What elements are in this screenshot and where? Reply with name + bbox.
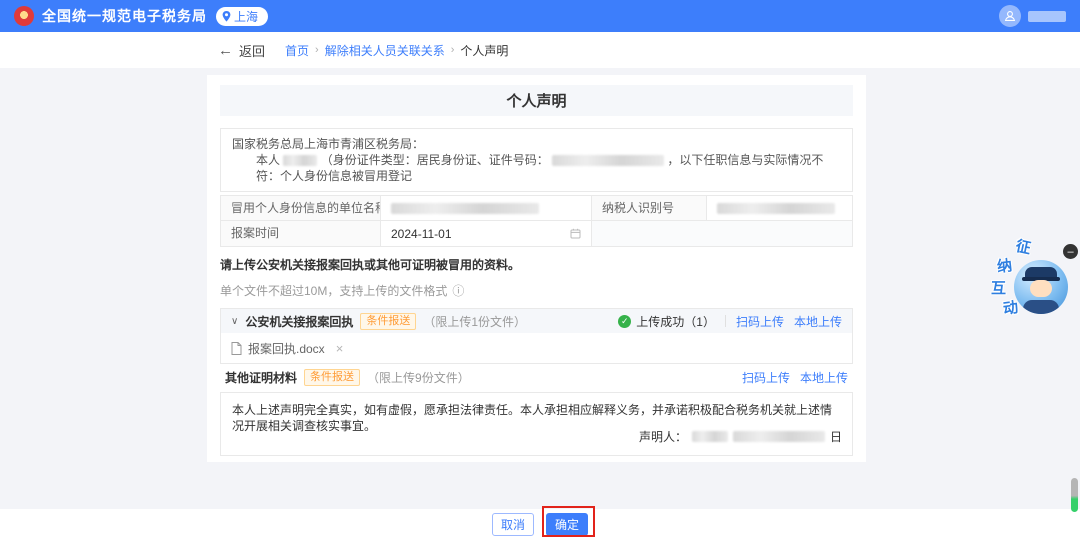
scan-upload-link[interactable]: 扫码上传	[742, 369, 790, 386]
declarant-label: 声明人：	[638, 430, 687, 444]
conditional-submit-badge: 条件报送	[360, 312, 417, 330]
scan-upload-link[interactable]: 扫码上传	[736, 313, 784, 330]
conditional-submit-badge: 条件报送	[304, 368, 361, 386]
report-time-label: 报案时间	[221, 221, 381, 246]
calendar-icon	[570, 228, 581, 239]
uploaded-file-item: 报案回执.docx ×	[221, 333, 852, 363]
breadcrumb: 首页 › 解除相关人员关联关系 › 个人声明	[285, 42, 508, 59]
divider	[724, 315, 726, 327]
breadcrumb-current: 个人声明	[460, 43, 509, 58]
case-info-table: 冒用个人身份信息的单位名称 纳税人识别号 报案时间 2024-11-01	[220, 195, 853, 247]
declaration-box: 本人上述声明完全真实，如有虚假，愿承担法律责任。本人承担相应解释义务，并承诺积极…	[220, 392, 853, 456]
statement-intro-box: 国家税务总局上海市青浦区税务局： 本人 （身份证件类型：居民身份证、证件号码： …	[220, 128, 853, 192]
action-footer: 取消 确定	[0, 509, 1080, 539]
id-number-redacted	[552, 155, 665, 166]
breadcrumb-bar: ← 返回 首页 › 解除相关人员关联关系 › 个人声明	[0, 32, 1080, 68]
scroll-indicator[interactable]	[1071, 478, 1078, 512]
location-label: 上海	[234, 9, 259, 24]
upload-status-text: 上传成功（1）	[636, 314, 715, 329]
app-header: ★ 全国统一规范电子税务局 上海	[0, 0, 1080, 32]
user-avatar[interactable]	[999, 5, 1021, 27]
declarant-name-redacted	[691, 431, 728, 442]
widget-minimize-button[interactable]: –	[1063, 244, 1078, 259]
back-arrow-icon: ←	[218, 41, 233, 59]
cancel-button[interactable]: 取消	[491, 512, 534, 536]
declarant-line: 声明人： 日	[639, 428, 842, 445]
salutation: 国家税务总局上海市青浦区税务局：	[232, 137, 425, 151]
local-upload-link[interactable]: 本地上传	[800, 369, 848, 386]
star-icon: ★	[19, 10, 29, 21]
section-title: 公安机关接报案回执	[245, 314, 354, 329]
upload-status: ✓ 上传成功（1）	[618, 313, 715, 330]
upload-section-police-receipt: ∨ 公安机关接报案回执 条件报送 （限上传1份文件） ✓ 上传成功（1） 扫码上…	[220, 308, 853, 364]
widget-char: 纳	[996, 257, 1013, 276]
back-button[interactable]: ← 返回	[218, 41, 265, 60]
breadcrumb-separator: ›	[450, 44, 455, 56]
upload-section-other-proof: 其他证明材料 条件报送 （限上传9份文件） 扫码上传 本地上传	[220, 366, 853, 388]
location-switcher[interactable]: 上海	[216, 6, 269, 26]
person-icon	[1004, 11, 1016, 21]
declarant-date-suffix: 日	[829, 430, 842, 444]
breadcrumb-home[interactable]: 首页	[285, 42, 309, 59]
table-empty-cell	[592, 221, 852, 246]
file-limit-note: （限上传9份文件）	[367, 370, 470, 385]
declarant-name-redacted	[283, 155, 318, 166]
chevron-down-icon[interactable]: ∨	[231, 316, 238, 327]
tax-interaction-widget[interactable]: 征 纳 互 动	[988, 236, 1072, 318]
widget-char: 动	[1002, 299, 1020, 318]
location-pin-icon	[222, 10, 231, 22]
back-label: 返回	[239, 43, 266, 59]
file-icon	[231, 341, 242, 355]
breadcrumb-separator: ›	[315, 44, 319, 56]
statement-mid: （身份证件类型：居民身份证、证件号码：	[320, 153, 549, 167]
declaration-form-card: 个人声明 国家税务总局上海市青浦区税务局： 本人 （身份证件类型：居民身份证、证…	[207, 75, 866, 462]
file-limit-note: （限上传1份文件）	[423, 314, 527, 329]
uploaded-file-name[interactable]: 报案回执.docx	[248, 340, 325, 357]
minus-icon: –	[1067, 245, 1074, 258]
misuse-unit-label: 冒用个人身份信息的单位名称	[221, 196, 381, 221]
header-user-area[interactable]	[999, 5, 1066, 27]
app-title: 全国统一规范电子税务局	[42, 8, 207, 24]
section-title: 其他证明材料	[225, 370, 298, 385]
misuse-unit-value	[381, 196, 592, 221]
upload-instruction: 请上传公安机关接报案回执或其他可证明被冒用的资料。	[220, 258, 521, 272]
report-time-picker[interactable]: 2024-11-01	[381, 221, 592, 246]
declarant-date-redacted	[732, 431, 825, 442]
national-emblem-logo: ★	[14, 6, 34, 26]
confirm-button[interactable]: 确定	[546, 512, 589, 536]
tax-officer-mascot-icon	[1014, 260, 1068, 314]
local-upload-link[interactable]: 本地上传	[794, 313, 842, 330]
taxpayer-id-value	[707, 196, 852, 221]
remove-file-icon[interactable]: ×	[336, 341, 344, 356]
section-header: ∨ 公安机关接报案回执 条件报送 （限上传1份文件） ✓ 上传成功（1） 扫码上…	[221, 309, 852, 333]
taxpayer-id-label: 纳税人识别号	[592, 196, 707, 221]
widget-char: 互	[991, 280, 1007, 297]
page-title: 个人声明	[220, 85, 853, 116]
info-icon[interactable]: ⓘ	[452, 285, 464, 297]
report-time-value: 2024-11-01	[391, 226, 452, 241]
upload-hint: 单个文件不超过10M，支持上传的文件格式 ⓘ	[220, 282, 853, 299]
upload-hint-text: 单个文件不超过10M，支持上传的文件格式	[220, 284, 448, 298]
user-name-redacted	[1028, 10, 1066, 22]
widget-char: 征	[1014, 237, 1033, 258]
success-check-icon: ✓	[618, 314, 632, 328]
breadcrumb-parent[interactable]: 解除相关人员关联关系	[325, 42, 445, 59]
statement-prefix: 本人	[256, 153, 281, 167]
statement-line: 本人 （身份证件类型：居民身份证、证件号码： ，以下任职信息与实际情况不符：个人…	[232, 152, 841, 184]
